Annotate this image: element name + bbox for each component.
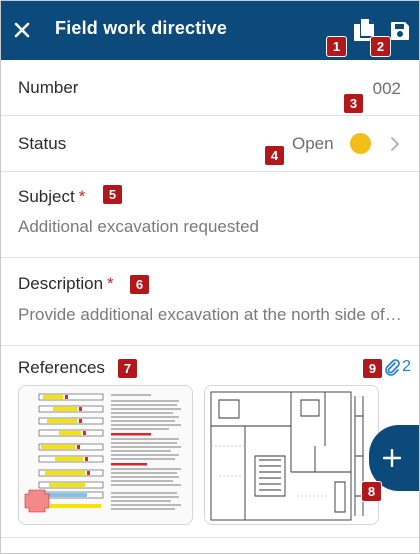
description-label: Description * [18, 274, 114, 293]
status-value: Open [292, 134, 334, 153]
header-bar: Field work directive [1, 1, 419, 60]
close-icon [14, 22, 30, 38]
subject-value: Additional excavation requested [18, 217, 259, 236]
app-frame: Field work directive Number 002 Status O… [0, 0, 420, 554]
required-marker: * [107, 274, 114, 293]
paperclip-icon [385, 359, 400, 376]
callout-badge-7: 7 [117, 358, 138, 379]
callout-badge-1: 1 [326, 36, 347, 57]
callout-badge-2: 2 [370, 36, 391, 57]
document-thumbnail-image [19, 386, 192, 524]
callout-badge-6: 6 [129, 274, 150, 295]
description-row[interactable]: Description * Provide additional excavati… [1, 258, 419, 346]
subject-label: Subject * [18, 187, 86, 206]
attachments-count: 2 [402, 358, 411, 375]
chevron-right-icon [391, 137, 399, 151]
description-value: Provide additional excavation at the nor… [18, 305, 404, 324]
required-marker: * [78, 187, 86, 206]
number-value: 002 [372, 79, 401, 98]
page-title: Field work directive [55, 18, 228, 38]
callout-badge-5: 5 [102, 184, 123, 205]
plus-icon [383, 449, 401, 467]
reference-thumbnail-1[interactable] [18, 385, 193, 525]
reference-thumbnail-2[interactable] [204, 385, 379, 525]
close-button[interactable] [9, 15, 35, 45]
references-label: References [18, 358, 105, 377]
callout-badge-9: 9 [362, 358, 383, 379]
drawing-thumbnail-image [205, 386, 378, 524]
subject-row[interactable]: Subject * Additional excavation requested [1, 172, 419, 258]
number-label: Number [18, 78, 79, 97]
status-indicator [350, 133, 371, 154]
status-row[interactable]: Status Open [1, 116, 419, 172]
callout-badge-3: 3 [343, 93, 364, 114]
save-icon [391, 22, 409, 40]
callout-badge-4: 4 [264, 145, 285, 166]
attachments-count-button[interactable]: 2 [384, 358, 411, 376]
callout-badge-8: 8 [361, 481, 382, 502]
status-label: Status [18, 134, 67, 153]
